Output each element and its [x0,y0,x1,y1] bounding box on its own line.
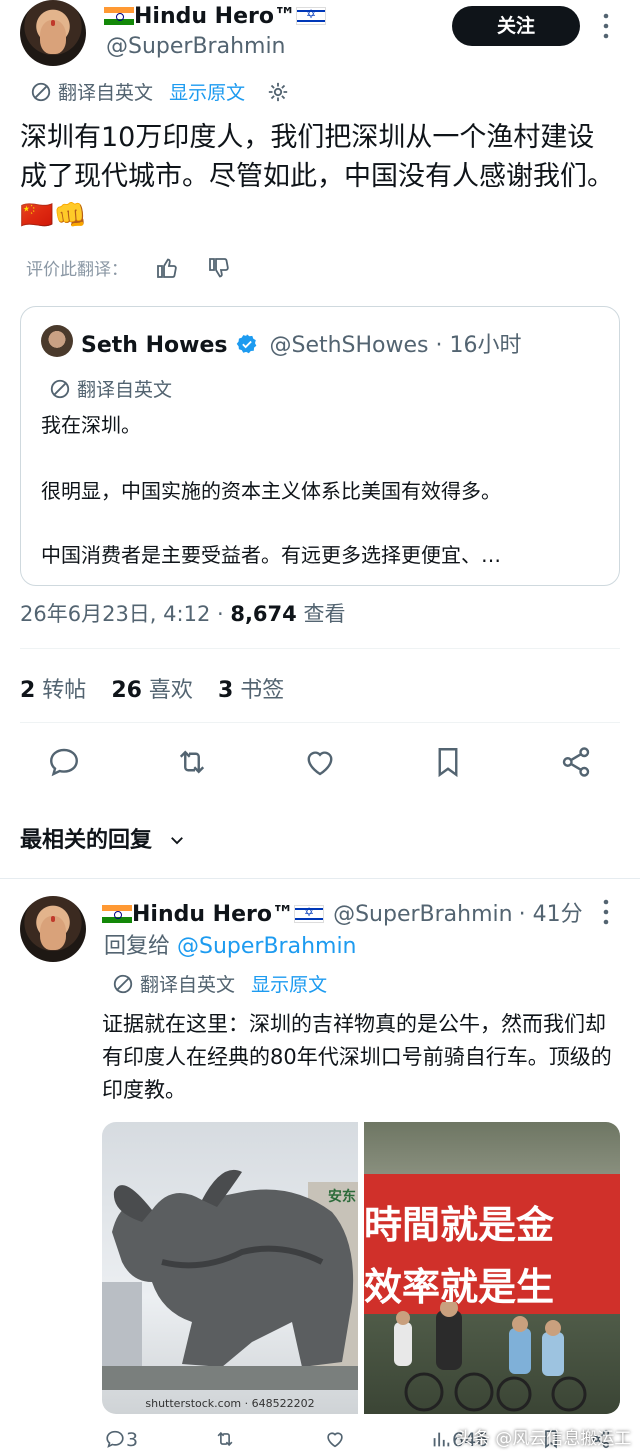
slogan-line-1: 時間就是金 [364,1203,555,1247]
replying-to-label: 回复给 [104,934,177,959]
quoted-translation-notice: 翻译自英文 [49,375,172,402]
reposts-count[interactable]: 2 [20,678,35,703]
verified-badge-icon [236,333,258,361]
share-icon[interactable] [558,744,594,780]
reply-author-handle[interactable]: @SuperBrahmin [333,902,513,927]
quoted-translated-from-label: 翻译自英文 [77,379,173,401]
views-label: 查看 [296,602,346,626]
views-icon [430,1428,452,1455]
reply-text: 证据就在这里：深圳的吉祥物真的是公牛，然而我们却有印度人在经典的80年代深圳口号… [102,1012,612,1102]
bookmarks-count[interactable]: 3 [218,678,233,703]
translate-icon [30,81,52,103]
quoted-tweet-card[interactable]: Seth Howes @SethSHowes · 16小时 翻译自英文 我在深圳… [20,306,620,586]
rate-translation-row: 评价此翻译： [26,255,231,285]
more-options-icon[interactable] [600,898,612,926]
replying-to-row: 回复给 @SuperBrahmin [104,928,357,960]
translate-icon [49,378,71,400]
translated-from-label: 翻译自英文 [58,82,154,104]
thumbs-down-icon[interactable] [207,256,231,285]
quoted-author-name: Seth Howes [81,333,228,358]
translation-settings-icon[interactable] [267,81,289,108]
reply-replies-count: 3 [126,1429,139,1451]
engagement-stats: 2 转帖 26 喜欢 3 书签 [20,672,284,704]
author-display-name: Hindu Hero™ [134,4,296,29]
section-divider [0,878,640,879]
translate-icon [112,973,134,995]
translation-notice: 翻译自英文 显示原文 [30,78,289,108]
more-options-icon[interactable] [600,12,612,40]
chevron-down-icon [168,830,186,855]
watermark: 头条 @风云信息搬运工 [456,1429,632,1449]
divider [20,722,620,723]
israel-flag-icon [293,905,324,923]
replying-to-handle[interactable]: @SuperBrahmin [177,934,357,959]
reply-translated-from-label: 翻译自英文 [140,974,236,996]
quoted-paragraph-2: 很明显，中国实施的资本主义体系比美国有效得多。 [41,479,501,503]
cyclists [394,1302,587,1412]
views-count: 8,674 [230,602,297,626]
reply-icon [104,1428,126,1455]
repost-icon [214,1428,236,1455]
reply-photo-bull[interactable]: 安东 shutterstock.com · 648522202 [102,1122,358,1414]
reply-time: · 41分 [518,902,583,927]
repost-icon[interactable] [174,744,210,780]
author-avatar[interactable] [20,0,86,66]
likes-label[interactable]: 喜欢 [142,678,193,703]
stock-photo-caption: shutterstock.com · 648522202 [145,1397,315,1410]
follow-button[interactable]: 关注 [452,6,580,46]
india-flag-icon [104,7,134,25]
reply-replies-action[interactable]: 3 [104,1428,138,1455]
quoted-paragraph-3: 中国消费者是主要受益者。有远更多选择更便宜、… [41,543,501,567]
quoted-author-handle: @SethSHowes [269,333,429,358]
replies-sort-dropdown[interactable]: 最相关的回复 [20,822,186,855]
quoted-time: · 16小时 [435,333,522,358]
show-original-link[interactable]: 显示原文 [169,82,245,104]
reply-author-avatar[interactable] [20,896,86,962]
quoted-paragraph-1: 我在深圳。 [41,413,141,437]
reply-author-row: Hindu Hero™ @SuperBrahmin· 41分 [102,896,583,928]
post-action-bar [0,738,640,786]
reply-repost-action[interactable] [214,1428,236,1455]
reply-photo-slogan[interactable]: 時間就是金 效率就是生 [364,1122,620,1414]
reply-like-action[interactable] [324,1428,346,1455]
reply-translation-notice: 翻译自英文 显示原文 [112,970,327,997]
replies-sort-label: 最相关的回复 [20,828,153,853]
reply-icon[interactable] [46,744,82,780]
reply-author-name[interactable]: Hindu Hero™ [132,902,294,927]
like-icon [324,1428,346,1455]
tweet-text: 深圳有10万印度人，我们把深圳从一个渔村建设成了现代城市。尽管如此，中国没有人感… [20,122,614,231]
reply-show-original-link[interactable]: 显示原文 [251,974,327,996]
india-flag-icon [102,905,132,923]
reposts-label[interactable]: 转帖 [35,678,86,703]
bookmark-icon[interactable] [430,744,466,780]
bookmarks-label[interactable]: 书签 [233,678,284,703]
likes-count[interactable]: 26 [111,678,142,703]
author-name-row[interactable]: Hindu Hero™ [104,4,326,29]
like-icon[interactable] [302,744,338,780]
post-date[interactable]: 26年6月23日, 4:12 · [20,602,230,626]
bull-sculpture [112,1169,354,1367]
divider [20,648,620,649]
quoted-author-row: Seth Howes @SethSHowes · 16小时 [81,327,522,361]
author-handle[interactable]: @SuperBrahmin [106,34,286,59]
quoted-author-avatar [41,325,73,357]
israel-flag-icon [295,7,326,25]
thumbs-up-icon[interactable] [155,256,179,285]
rate-translation-label: 评价此翻译： [26,260,128,280]
post-timestamp-views: 26年6月23日, 4:12 · 8,674 查看 [20,598,345,628]
